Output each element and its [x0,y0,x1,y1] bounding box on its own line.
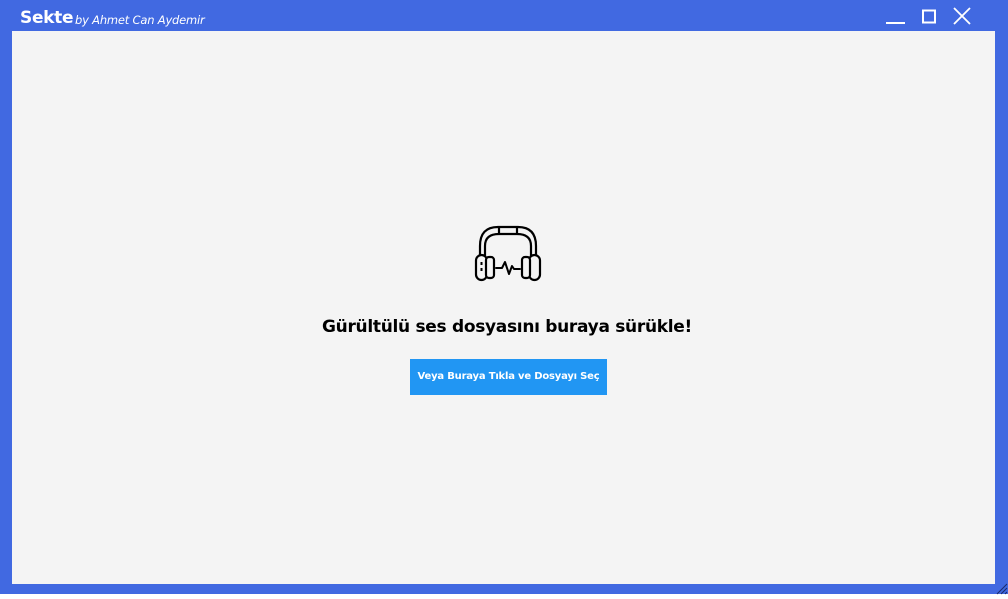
app-title: Sekte [20,8,74,28]
close-button[interactable] [948,4,976,30]
title-bar[interactable]: Sekte by Ahmet Can Aydemir [0,0,1008,31]
maximize-button[interactable] [915,4,943,30]
close-icon [953,7,971,25]
drop-instruction: Gürültülü ses dosyasını buraya sürükle! [322,317,692,337]
resize-grip-icon[interactable] [994,580,1008,595]
headphones-icon [472,224,544,286]
maximize-icon [922,9,936,24]
select-file-button[interactable]: Veya Buraya Tıkla ve Dosyayı Seç [410,359,607,395]
app-author: by Ahmet Can Aydemir [75,13,205,27]
minimize-button[interactable] [882,4,910,30]
app-window: Sekte by Ahmet Can Aydemir Gürültülü ses… [0,0,1008,595]
drop-zone[interactable]: Gürültülü ses dosyasını buraya sürükle! … [12,31,995,584]
minimize-icon [886,22,905,24]
